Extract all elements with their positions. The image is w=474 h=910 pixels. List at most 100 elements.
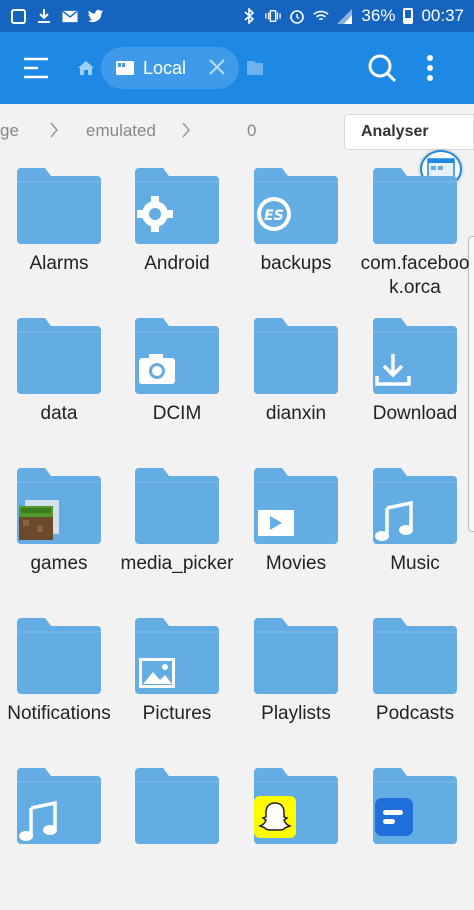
home-button[interactable] [72, 48, 100, 88]
chevron-right-icon [50, 122, 58, 138]
folder-item[interactable]: Notifications [0, 610, 118, 760]
search-icon [368, 54, 397, 83]
svg-text:ES: ES [264, 208, 284, 224]
folder-label: dianxin [265, 403, 327, 424]
tab-local[interactable]: Local [101, 47, 239, 89]
folder-label: Notifications [7, 703, 111, 724]
chevron-right-icon [182, 122, 190, 138]
folder-icon [254, 468, 338, 544]
notification-icon [10, 8, 26, 24]
folder-icon [17, 318, 101, 394]
battery-percent: 36% [361, 6, 396, 25]
picture-icon [139, 658, 175, 688]
breadcrumb: ge emulated 0 Analyser [0, 104, 474, 156]
gear-icon [137, 196, 173, 232]
folder-icon [135, 768, 219, 844]
folder-item[interactable] [356, 760, 474, 910]
folder-label: Download [372, 403, 458, 424]
es-logo-icon: ES [257, 197, 291, 231]
snapchat-app-icon [254, 796, 296, 838]
folder-item[interactable]: Alarms [0, 160, 118, 310]
folder-icon [17, 768, 101, 844]
folder-icon [373, 168, 457, 244]
folder-item[interactable]: Podcasts [356, 610, 474, 760]
wifi-icon [313, 8, 330, 24]
folder-icon [17, 468, 101, 544]
vibrate-icon [265, 8, 282, 24]
folder-item[interactable]: Playlists [237, 610, 355, 760]
analyse-button[interactable]: Analyser [344, 114, 474, 150]
folder-label: Music [390, 553, 440, 574]
camera-icon [139, 354, 175, 384]
folder-label: games [30, 553, 88, 574]
folder-icon [254, 318, 338, 394]
folder-item[interactable]: dianxin [237, 310, 355, 460]
hamburger-icon [24, 57, 48, 79]
bluetooth-icon [241, 8, 257, 24]
folder-item[interactable] [0, 760, 118, 910]
folder-item[interactable] [237, 760, 355, 910]
breadcrumb-item[interactable]: 0 [247, 121, 256, 141]
menu-button[interactable] [0, 32, 72, 104]
folder-label: Podcasts [375, 703, 455, 724]
folder-icon [135, 468, 219, 544]
folder-label: backups [260, 253, 332, 274]
folder-icon: ES [254, 168, 338, 244]
minecraft-app-icon [19, 500, 59, 540]
folder-icon [373, 768, 457, 844]
folder-item[interactable]: media_picker [118, 460, 236, 610]
alarm-icon [289, 8, 305, 24]
folder-label: media_picker [120, 553, 234, 574]
twitter-icon [88, 8, 104, 24]
folder-icon [17, 618, 101, 694]
sd-card-icon [116, 61, 134, 75]
folder-icon [17, 168, 101, 244]
download-icon [36, 8, 52, 24]
folder-item[interactable]: data [0, 310, 118, 460]
battery-icon [403, 8, 414, 24]
folder-item[interactable]: Download [356, 310, 474, 460]
video-icon [258, 510, 294, 536]
breadcrumb-item[interactable]: ge [0, 121, 19, 141]
folder-label: Alarms [29, 253, 89, 274]
status-bar: 36% 00:37 [0, 0, 474, 32]
music-note-icon [375, 500, 413, 541]
folder-item[interactable]: Pictures [118, 610, 236, 760]
close-tab-icon[interactable] [207, 57, 227, 77]
folder-item[interactable]: Music [356, 460, 474, 610]
folder-icon [373, 318, 457, 394]
folder-icon [373, 468, 457, 544]
folder-item[interactable]: com.facebook.orca [356, 160, 474, 310]
folder-label: Android [144, 253, 210, 274]
folder-label: data [40, 403, 78, 424]
folder-label: Playlists [261, 703, 331, 724]
signal-icon [337, 8, 353, 24]
music-note-icon [19, 800, 57, 841]
more-options-button[interactable] [416, 48, 444, 88]
folder-label: Movies [265, 553, 327, 574]
tab-local-label: Local [143, 57, 187, 78]
folder-icon [135, 318, 219, 394]
folder-label: Pictures [142, 703, 212, 724]
folder-item[interactable]: Movies [237, 460, 355, 610]
home-icon [78, 61, 94, 75]
second-tab-icon[interactable] [246, 59, 264, 77]
folder-icon [135, 618, 219, 694]
folder-item[interactable]: DCIM [118, 310, 236, 460]
search-button[interactable] [362, 48, 402, 88]
folder-icon [373, 618, 457, 694]
more-vert-icon [427, 55, 433, 81]
folder-item[interactable] [118, 760, 236, 910]
download-icon [375, 354, 411, 386]
folder-item[interactable]: ES backups [237, 160, 355, 310]
breadcrumb-item[interactable]: emulated [86, 121, 156, 141]
email-icon [62, 8, 78, 24]
folder-icon [135, 168, 219, 244]
folder-item[interactable]: games [0, 460, 118, 610]
app-bar: Local [0, 32, 474, 104]
flow-app-icon [375, 798, 413, 836]
folder-item[interactable]: Android [118, 160, 236, 310]
folder-icon [254, 768, 338, 844]
folder-label: DCIM [152, 403, 202, 424]
clock: 00:37 [421, 6, 464, 25]
